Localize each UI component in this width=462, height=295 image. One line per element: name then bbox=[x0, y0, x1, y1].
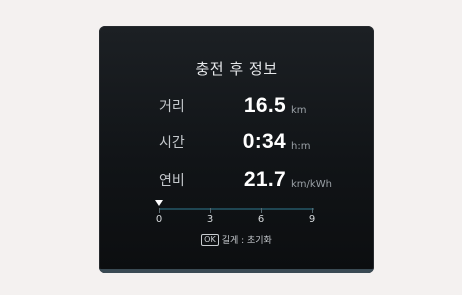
distance-unit: km bbox=[291, 105, 307, 116]
scale-tick-label-0: 0 bbox=[155, 214, 163, 225]
time-row: 시간 0:34 h:m bbox=[99, 130, 374, 154]
reset-hint: OK 길게 : 초기화 bbox=[99, 233, 374, 246]
time-value: 0:34 bbox=[242, 130, 286, 153]
time-label: 시간 bbox=[159, 135, 185, 151]
bottom-bar bbox=[99, 269, 374, 273]
efficiency-unit: km/kWh bbox=[291, 179, 332, 190]
ok-button-icon[interactable]: OK bbox=[201, 234, 219, 246]
reset-hint-text: 길게 : 초기화 bbox=[221, 236, 272, 246]
trip-info-screen: 충전 후 정보 거리 16.5 km 시간 0:34 h:m 연비 21.7 k… bbox=[99, 26, 374, 273]
distance-row: 거리 16.5 km bbox=[99, 94, 374, 118]
scale-tick bbox=[261, 208, 262, 213]
time-unit: h:m bbox=[291, 141, 311, 152]
efficiency-label: 연비 bbox=[159, 173, 185, 189]
distance-label: 거리 bbox=[159, 99, 185, 115]
scale-line bbox=[159, 208, 314, 210]
scale-tick bbox=[312, 208, 313, 213]
scale-tick bbox=[210, 208, 211, 213]
scale-tick-label-6: 6 bbox=[257, 214, 265, 225]
scale-tick-label-9: 9 bbox=[308, 214, 316, 225]
distance-value: 16.5 bbox=[243, 94, 286, 117]
scale-tick bbox=[159, 208, 160, 213]
scale-tick-label-3: 3 bbox=[206, 214, 214, 225]
efficiency-value: 21.7 bbox=[243, 168, 286, 191]
scale-marker-icon bbox=[155, 200, 163, 206]
screen-title: 충전 후 정보 bbox=[195, 60, 278, 78]
efficiency-row: 연비 21.7 km/kWh bbox=[99, 168, 374, 192]
